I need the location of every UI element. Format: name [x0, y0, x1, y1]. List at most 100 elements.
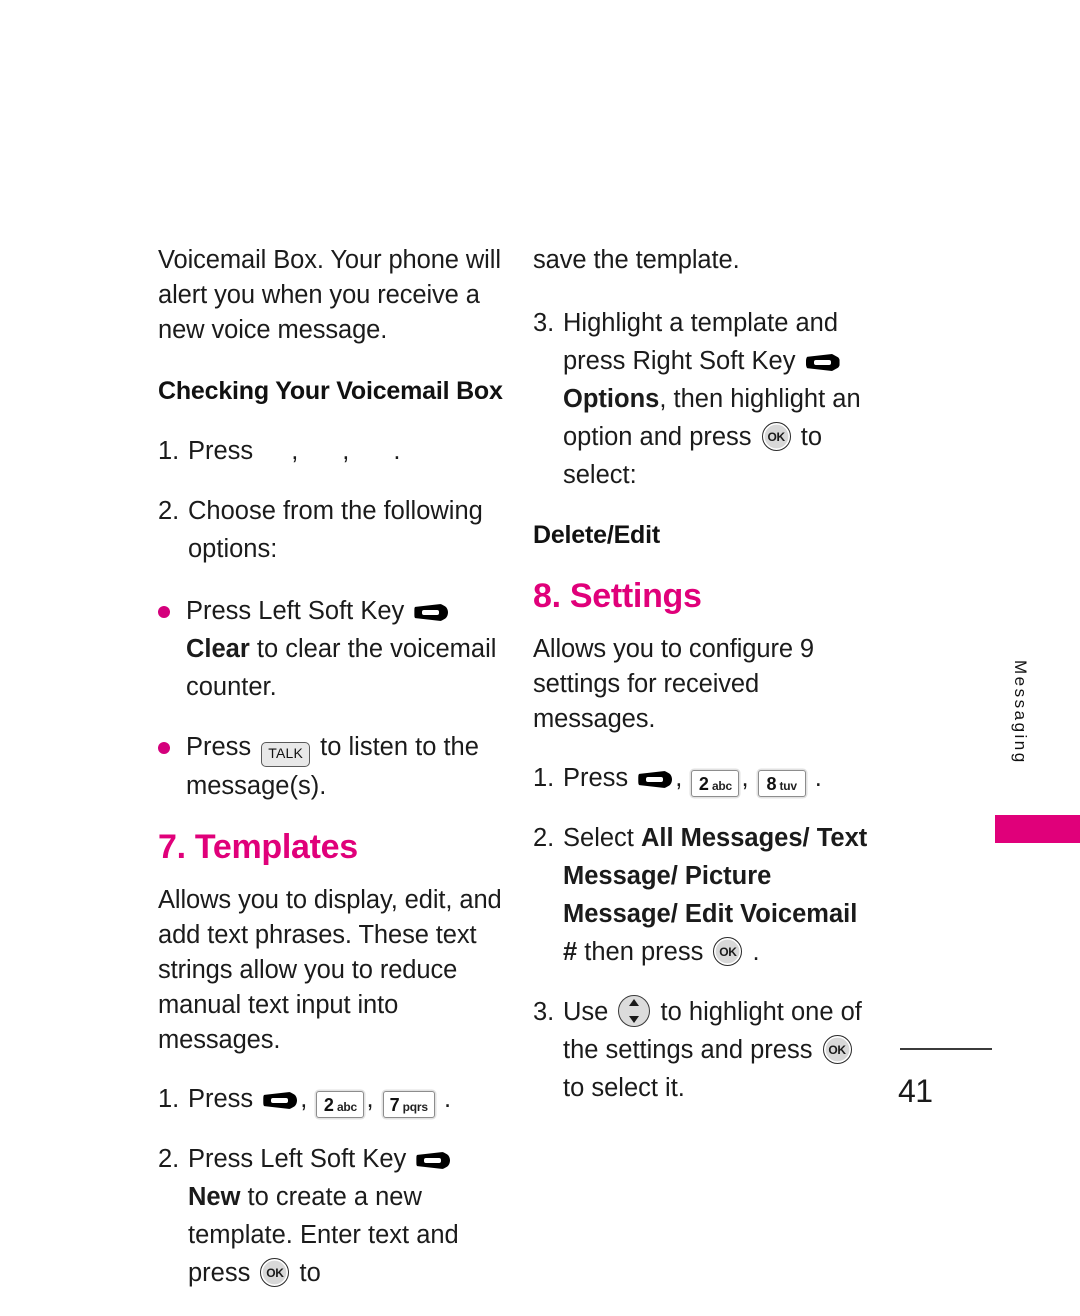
ok-key-icon: OK — [761, 422, 791, 451]
list-item: Press TALK to listen to the message(s). — [158, 728, 503, 805]
key-digit: 7 — [389, 1095, 400, 1115]
soft-key-icon — [806, 354, 840, 371]
voicemail-options-bullets: Press Left Soft Key Clear to clear the v… — [158, 592, 503, 805]
ok-key-label: OK — [719, 944, 737, 959]
list-item: 3. Highlight a template and press Right … — [533, 304, 878, 494]
list-item: 1. Press , 2 abc, 7 pqrs . — [158, 1080, 503, 1118]
bullet-dot-icon — [158, 592, 186, 706]
ok-key-icon: OK — [713, 937, 743, 966]
key-letters: abc — [336, 1100, 358, 1114]
talk-key-icon: TALK — [261, 742, 311, 767]
footer-divider — [900, 1048, 992, 1050]
settings-steps-list: 1. Press , 2 abc, 8 tuv . 2. Select All Me… — [533, 759, 878, 1107]
step-number: 1. — [158, 437, 180, 465]
step-body: Highlight a template and press Right Sof… — [563, 304, 878, 494]
step-number: 1. — [533, 764, 555, 792]
side-tab-color-block — [995, 815, 1080, 843]
missing-key-icon-2 — [298, 440, 342, 462]
soft-key-icon — [416, 1152, 450, 1169]
step-tail-text-2: to — [299, 1259, 321, 1287]
step-number: 3. — [533, 998, 555, 1026]
step-lead-text: Press — [188, 437, 254, 465]
bullet-lead-text: Press — [186, 733, 252, 761]
list-item: 1. Press,,. — [158, 432, 503, 470]
soft-key-label: Clear — [186, 635, 250, 663]
step-body: Press , 2 abc, 8 tuv . — [563, 759, 878, 797]
step-body: Press,,. — [188, 432, 503, 470]
soft-key-icon — [414, 604, 448, 621]
step-number: 2. — [158, 1145, 180, 1173]
soft-key-label: New — [188, 1183, 241, 1211]
soft-key-icon — [638, 771, 672, 788]
list-item: Press Left Soft Key Clear to clear the v… — [158, 592, 503, 706]
step-number: 1. — [158, 1085, 180, 1113]
step-separator-2: , — [741, 764, 749, 792]
step-separator-2: , — [342, 437, 350, 465]
bullet-dot-icon — [158, 728, 186, 805]
list-item: 2. Select All Messages/ Text Message/ Pi… — [533, 819, 878, 971]
settings-heading: 8. Settings — [533, 577, 702, 615]
step-number: 3. — [533, 309, 555, 337]
step-body: Press Left Soft Key New to create a new … — [188, 1140, 503, 1292]
step-lead-text: Press — [188, 1085, 254, 1113]
side-tab-label: Messaging — [1011, 660, 1030, 765]
key-digit: 2 — [698, 774, 709, 794]
soft-key-icon — [263, 1092, 297, 1109]
key-digit: 2 — [323, 1095, 334, 1115]
step-lead-text: Press Left Soft Key — [188, 1145, 407, 1173]
left-column: Voicemail Box. Your phone will alert you… — [158, 243, 503, 1316]
key-digit: 8 — [766, 774, 777, 794]
keypad-key-2: 2 abc — [316, 1091, 365, 1118]
page-number: 41 — [898, 1073, 933, 1109]
bullet-body: Press TALK to listen to the message(s). — [186, 728, 503, 805]
missing-key-icon-1 — [253, 440, 291, 462]
bullet-lead-text: Press Left Soft Key — [186, 597, 405, 625]
keypad-key-2: 2 abc — [691, 770, 740, 797]
manual-page: Voicemail Box. Your phone will alert you… — [0, 0, 1080, 1287]
ok-key-label: OK — [266, 1265, 284, 1280]
templates-steps-list: 1. Press , 2 abc, 7 pqrs . 2. Press Left S… — [158, 1080, 503, 1292]
bullet-body: Press Left Soft Key Clear to clear the v… — [186, 592, 503, 706]
continuation-paragraph: save the template. — [533, 246, 740, 274]
step-mid-text: to highlight one of the settings and pre… — [563, 998, 862, 1064]
step-number: 2. — [158, 497, 180, 525]
delete-edit-subheading: Delete/Edit — [533, 521, 660, 549]
step-body: Press , 2 abc, 7 pqrs . — [188, 1080, 503, 1118]
soft-key-label: Options — [563, 385, 660, 413]
step-period: . — [814, 764, 822, 792]
key-letters: pqrs — [402, 1100, 428, 1114]
step-body: Choose from the following options: — [188, 497, 483, 563]
list-item: 3. Use to highlight one of the settings … — [533, 993, 878, 1107]
step-tail-text: to select it. — [563, 1074, 685, 1102]
step-lead-text: Press — [563, 764, 629, 792]
step-separator-1: , — [300, 1085, 308, 1113]
settings-paragraph: Allows you to configure 9 settings for r… — [533, 635, 814, 733]
right-column: save the template. 3. Highlight a templa… — [533, 243, 878, 1131]
step-separator-1: , — [291, 437, 299, 465]
templates-steps-continued: 3. Highlight a template and press Right … — [533, 304, 878, 494]
list-item: 2. Choose from the following options: — [158, 492, 503, 568]
step-lead-text: Select — [563, 824, 634, 852]
step-body: Use to highlight one of the settings and… — [563, 993, 878, 1107]
keypad-key-8: 8 tuv — [757, 770, 806, 797]
step-mid-text: then press — [584, 938, 704, 966]
step-separator-1: , — [675, 764, 683, 792]
checking-voicemail-subheading: Checking Your Voicemail Box — [158, 377, 503, 405]
step-period: . — [393, 437, 401, 465]
step-number: 2. — [533, 824, 555, 852]
list-item: 2. Press Left Soft Key New to create a n… — [158, 1140, 503, 1292]
templates-paragraph: Allows you to display, edit, and add tex… — [158, 886, 502, 1054]
ok-key-icon: OK — [822, 1035, 852, 1064]
ok-key-label: OK — [767, 429, 785, 444]
missing-key-icon-3 — [349, 440, 393, 462]
step-separator-2: , — [366, 1085, 374, 1113]
step-body: Select All Messages/ Text Message/ Pictu… — [563, 819, 878, 971]
ok-key-label: OK — [828, 1042, 846, 1057]
ok-key-icon: OK — [260, 1258, 290, 1287]
intro-paragraph: Voicemail Box. Your phone will alert you… — [158, 246, 501, 344]
navigation-key-icon — [618, 995, 651, 1027]
step-period: . — [752, 938, 760, 966]
voicemail-steps-list: 1. Press,,. 2. Choose from the following… — [158, 432, 503, 568]
keypad-key-7: 7 pqrs — [382, 1091, 435, 1118]
list-item: 1. Press , 2 abc, 8 tuv . — [533, 759, 878, 797]
